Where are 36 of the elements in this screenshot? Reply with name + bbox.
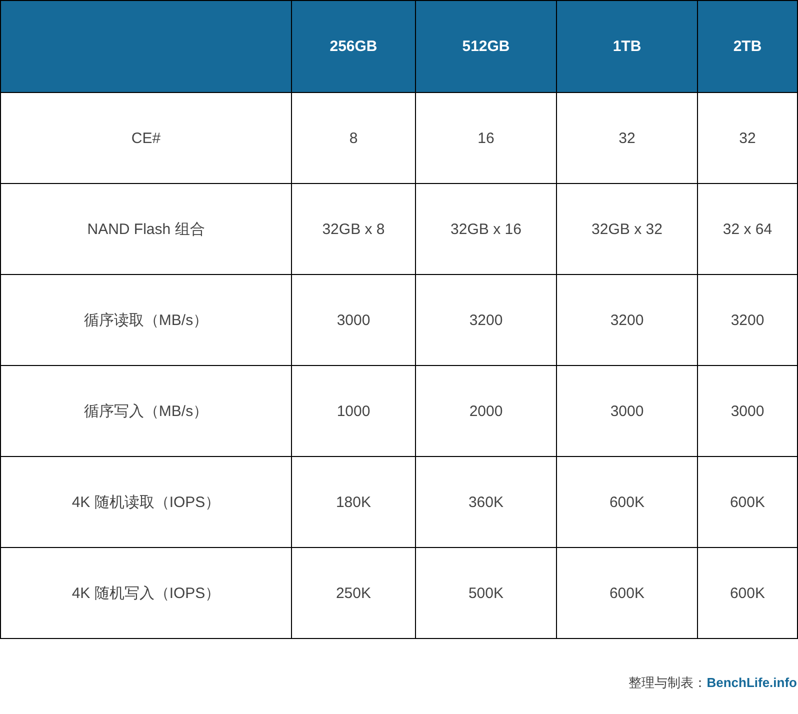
row-label: NAND Flash 组合 bbox=[0, 184, 292, 274]
table-cell: 360K bbox=[416, 456, 556, 548]
row-label: CE# bbox=[0, 92, 292, 184]
table-cell: 600K bbox=[556, 456, 698, 548]
table-cell: 32GB x 16 bbox=[416, 184, 556, 274]
table-cell: 3200 bbox=[416, 274, 556, 366]
table-cell: 600K bbox=[698, 456, 798, 548]
table-cell: 3000 bbox=[292, 274, 416, 366]
table-cell: 3000 bbox=[556, 366, 698, 456]
table-cell: 32 x 64 bbox=[698, 184, 798, 274]
table-cell: 600K bbox=[556, 548, 698, 638]
table-cell: 32 bbox=[556, 92, 698, 184]
table-cell: 3000 bbox=[698, 366, 798, 456]
row-label: 4K 随机写入（IOPS） bbox=[0, 548, 292, 638]
table-cell: 8 bbox=[292, 92, 416, 184]
source-link[interactable]: BenchLife.info bbox=[706, 675, 797, 690]
table-cell: 180K bbox=[292, 456, 416, 548]
table-cell: 500K bbox=[416, 548, 556, 638]
table-cell: 32GB x 8 bbox=[292, 184, 416, 274]
table-cell: 2000 bbox=[416, 366, 556, 456]
table-cell: 3200 bbox=[556, 274, 698, 366]
column-header: 512GB bbox=[416, 0, 556, 92]
table-cell: 250K bbox=[292, 548, 416, 638]
row-label: 4K 随机读取（IOPS） bbox=[0, 456, 292, 548]
table-cell: 32 bbox=[698, 92, 798, 184]
table-cell: 32GB x 32 bbox=[556, 184, 698, 274]
column-header: 2TB bbox=[698, 0, 798, 92]
credit-label: 整理与制表： bbox=[628, 675, 707, 690]
table-cell: 16 bbox=[416, 92, 556, 184]
table-cell: 600K bbox=[698, 548, 798, 638]
table-cell: 3200 bbox=[698, 274, 798, 366]
column-header: 1TB bbox=[556, 0, 698, 92]
table-cell: 1000 bbox=[292, 366, 416, 456]
column-header: 256GB bbox=[292, 0, 416, 92]
row-label: 循序写入（MB/s） bbox=[0, 366, 292, 456]
row-label: 循序读取（MB/s） bbox=[0, 274, 292, 366]
